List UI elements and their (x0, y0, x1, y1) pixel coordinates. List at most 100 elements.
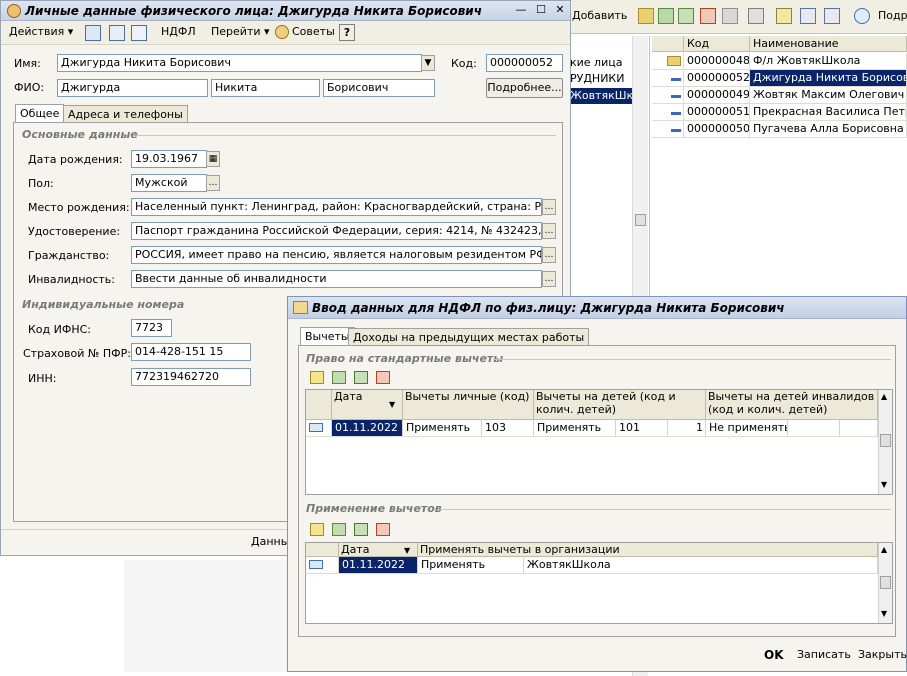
table-row[interactable]: 01.11.2022 Применять ЖовтякШкола (306, 557, 878, 574)
grid-header-code[interactable]: Код (684, 36, 750, 52)
tab-addresses[interactable]: Адреса и телефоны (63, 105, 188, 123)
actions-menu[interactable]: Действия ▾ (9, 25, 73, 38)
apply-scrollbar[interactable]: ▲ ▼ (878, 543, 892, 623)
name-dropdown-button[interactable]: ▼ (421, 55, 435, 71)
folder-add-icon[interactable] (638, 8, 654, 24)
up-level-icon[interactable] (824, 8, 840, 24)
column-date-header[interactable]: Дата ▼ (332, 390, 403, 420)
table-row[interactable]: 000000049 Жовтяк Максим Олегович (652, 87, 907, 104)
scroll-down-icon[interactable]: ▼ (881, 609, 887, 618)
grid-header-name[interactable]: Наименование (750, 36, 907, 52)
disability-select-button[interactable]: … (542, 271, 556, 287)
column-apply-header[interactable]: Применять вычеты в организации (418, 543, 878, 557)
disabled-apply-cell[interactable]: Не применять (706, 420, 788, 436)
birthplace-field[interactable]: Населенный пункт: Ленинград, район: Крас… (131, 198, 542, 216)
name-cell[interactable]: Джигурда Никита Борисович (750, 70, 907, 86)
maximize-button[interactable]: ☐ (533, 3, 549, 17)
find-icon[interactable] (800, 8, 816, 24)
table-row[interactable]: 000000048 Ф/л ЖовтякШкола (652, 53, 907, 70)
ndfl-button[interactable]: НДФЛ (161, 25, 196, 38)
add-row-icon[interactable] (310, 371, 324, 384)
edit-row-icon[interactable] (354, 371, 368, 384)
date-cell[interactable]: 01.11.2022 (339, 557, 418, 573)
table-row[interactable]: 000000052 Джигурда Никита Борисович (652, 70, 907, 87)
children-code-cell[interactable]: 101 (616, 420, 668, 436)
tips-button[interactable]: Советы (292, 25, 335, 38)
code-cell[interactable]: 000000051 (684, 104, 750, 120)
code-cell[interactable]: 000000049 (684, 87, 750, 103)
add-button[interactable]: Добавить (572, 9, 627, 22)
disability-field[interactable]: Ввести данные об инвалидности (131, 270, 542, 288)
organization-cell[interactable]: ЖовтякШкола (524, 557, 878, 573)
tree-item[interactable]: РУДНИКИ (570, 72, 624, 85)
table-row[interactable]: 000000050 Пугачева Алла Борисовна (652, 121, 907, 138)
citizenship-field[interactable]: РОССИЯ, имеет право на пенсию, является … (131, 246, 542, 264)
disabled-code-cell[interactable] (788, 420, 840, 436)
more-button[interactable]: Подробнее... (486, 78, 563, 98)
citizenship-select-button[interactable]: … (542, 247, 556, 263)
delete-icon[interactable] (700, 8, 716, 24)
scroll-up-icon[interactable]: ▲ (881, 545, 887, 554)
middle-name-field[interactable]: Борисович (323, 79, 435, 97)
code-cell[interactable]: 000000050 (684, 121, 750, 137)
first-name-field[interactable]: Никита (211, 79, 320, 97)
refresh-icon[interactable] (109, 25, 125, 41)
scroll-down-icon[interactable]: ▼ (881, 480, 887, 489)
tab-general[interactable]: Общее (15, 104, 65, 123)
copy-row-icon[interactable] (332, 523, 346, 536)
scroll-thumb[interactable] (635, 214, 646, 226)
edit-icon[interactable] (678, 8, 694, 24)
sex-field[interactable]: Мужской (131, 174, 207, 192)
ok-button[interactable]: OK (764, 647, 784, 663)
id-doc-field[interactable]: Паспорт гражданина Российской Федерации,… (131, 222, 542, 240)
footer-text[interactable]: Данны (251, 535, 289, 548)
post-icon[interactable] (722, 8, 738, 24)
details-button[interactable]: Подро (878, 9, 907, 22)
disabled-count-cell[interactable] (840, 420, 878, 436)
back-arrow-icon[interactable] (85, 25, 101, 41)
column-personal-header[interactable]: Вычеты личные (код) (403, 390, 534, 420)
birthplace-select-button[interactable]: … (542, 199, 556, 215)
edit-row-icon[interactable] (354, 523, 368, 536)
sex-select-button[interactable]: … (206, 175, 220, 191)
goto-menu[interactable]: Перейти ▾ (211, 25, 270, 38)
table-row[interactable]: 01.11.2022 Применять 103 Применять 101 1… (306, 420, 878, 437)
table-row[interactable]: 000000051Прекрасная Василиса Петровна (652, 104, 907, 121)
scroll-thumb[interactable] (880, 576, 891, 589)
calendar-button[interactable]: ▦ (206, 151, 220, 167)
structure-icon[interactable] (131, 25, 147, 41)
personal-apply-cell[interactable]: Применять (403, 420, 482, 436)
tree-item[interactable]: кие лица (570, 56, 622, 69)
children-count-cell[interactable]: 1 (668, 420, 706, 436)
help-button[interactable]: ? (339, 24, 355, 41)
inn-field[interactable]: 772319462720 (131, 368, 251, 386)
filter-icon[interactable] (748, 8, 764, 24)
copy-row-icon[interactable] (332, 371, 346, 384)
name-cell[interactable]: Пугачева Алла Борисовна (750, 121, 907, 137)
apply-table[interactable]: Дата ▼ Применять вычеты в организации 01.… (305, 542, 893, 624)
save-button[interactable]: Записать (797, 647, 851, 663)
close-button[interactable]: ✕ (552, 3, 568, 17)
birth-date-field[interactable]: 19.03.1967 (131, 150, 207, 168)
copy-icon[interactable] (658, 8, 674, 24)
close-button[interactable]: Закрыть (858, 647, 907, 663)
name-cell[interactable]: Ф/л ЖовтякШкола (750, 53, 907, 69)
tab-deductions[interactable]: Вычеты (300, 327, 355, 346)
column-disabled-children-header[interactable]: Вычеты на детей инвалидов (код и колич. … (706, 390, 878, 420)
delete-row-icon[interactable] (376, 371, 390, 384)
ifns-field[interactable]: 7723 (131, 319, 172, 337)
refresh-icon[interactable] (854, 8, 870, 24)
tab-previous-income[interactable]: Доходы на предыдущих местах работы (348, 328, 590, 346)
code-field[interactable]: 000000052 (486, 54, 563, 72)
name-cell[interactable]: Прекрасная Василиса Петровна (750, 104, 907, 120)
last-name-field[interactable]: Джигурда (57, 79, 208, 97)
delete-row-icon[interactable] (376, 523, 390, 536)
hierarchy-icon[interactable] (776, 8, 792, 24)
minimize-button[interactable]: — (513, 3, 529, 17)
tree-item-selected[interactable]: ЖовтякШко (570, 88, 632, 104)
add-row-icon[interactable] (310, 523, 324, 536)
apply-cell[interactable]: Применять (418, 557, 524, 573)
column-date-header[interactable]: Дата ▼ (339, 543, 418, 557)
column-children-header[interactable]: Вычеты на детей (код и колич. детей) (534, 390, 706, 420)
children-apply-cell[interactable]: Применять (534, 420, 616, 436)
